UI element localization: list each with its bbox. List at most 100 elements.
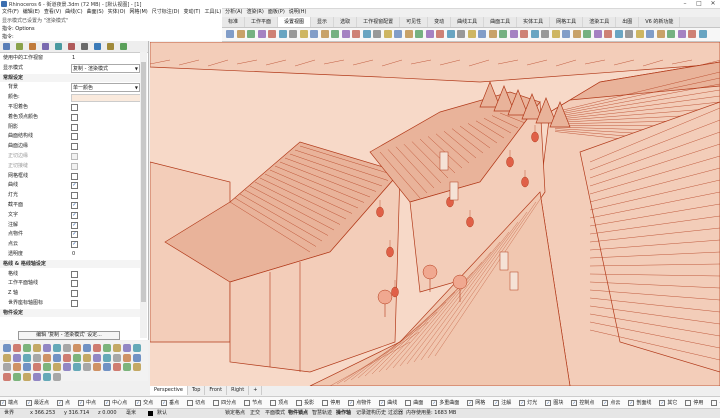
toolbar-tab[interactable]: V6 的新功能: [639, 17, 681, 27]
toolbar-tool-icon[interactable]: [688, 30, 696, 38]
toolbar-tab[interactable]: 出图: [616, 17, 640, 27]
sidebar-tool-icon[interactable]: [13, 372, 21, 381]
toolbar-tool-icon[interactable]: [331, 30, 339, 38]
toolbar-tab[interactable]: 实体工具: [517, 17, 551, 27]
osnap-checkbox[interactable]: [187, 399, 194, 406]
toolbar-tab[interactable]: 设置视图: [278, 17, 312, 27]
panel-tab-icon[interactable]: [120, 43, 127, 50]
toolbar-tool-icon[interactable]: [457, 30, 465, 38]
osnap-checkbox[interactable]: ✓: [0, 399, 6, 406]
osnap-toggle[interactable]: 节点: [244, 399, 262, 406]
sidebar-tool-icon[interactable]: [43, 353, 51, 362]
sidebar-tool-icon[interactable]: [103, 363, 111, 371]
close-icon[interactable]: ✕: [706, 0, 720, 8]
toolbar-tool-icon[interactable]: [320, 30, 329, 38]
filter-checkbox[interactable]: ✓: [348, 399, 355, 406]
panel-checkbox[interactable]: ✓: [71, 231, 78, 239]
toolbar-tool-icon[interactable]: [593, 30, 602, 38]
sidebar-tool-icon[interactable]: [113, 353, 121, 362]
sidebar-tool-icon[interactable]: [73, 363, 81, 371]
osnap-checkbox[interactable]: [322, 399, 329, 406]
panel-checkbox[interactable]: ✓: [71, 241, 78, 249]
sidebar-tool-icon[interactable]: [73, 344, 81, 352]
filter-checkbox[interactable]: ✓: [571, 399, 578, 406]
selection-filter-toggle[interactable]: ✓ 灯光: [519, 399, 537, 406]
sidebar-tool-icon[interactable]: [113, 344, 121, 352]
maximize-icon[interactable]: □: [692, 0, 706, 8]
selection-filter-toggle[interactable]: ✓ 图块: [545, 399, 563, 406]
selection-filter-toggle[interactable]: ✓ 网格: [467, 399, 485, 406]
scrollbar-thumb[interactable]: [141, 62, 146, 302]
sidebar-tool-icon[interactable]: [3, 344, 11, 352]
panel-tab-icon[interactable]: [42, 43, 49, 50]
toolbar-tool-icon[interactable]: [341, 30, 350, 38]
sidebar-tool-icon[interactable]: [43, 372, 51, 381]
menu-item[interactable]: 文件(F): [0, 8, 21, 17]
toolbar-tab[interactable]: 曲面工具: [484, 17, 518, 27]
sidebar-tool-icon[interactable]: [123, 353, 131, 362]
sidebar-tool-icon[interactable]: [43, 344, 51, 352]
filter-checkbox[interactable]: ✓: [431, 399, 438, 406]
toolbar-tool-icon[interactable]: [572, 30, 581, 38]
osnap-checkbox[interactable]: ✓: [78, 399, 85, 406]
panel-checkbox[interactable]: [71, 280, 78, 288]
viewport-tab[interactable]: Top: [188, 386, 206, 395]
sidebar-tool-icon[interactable]: [53, 344, 61, 352]
sidebar-tool-icon[interactable]: [23, 372, 31, 381]
filter-checkbox[interactable]: ✓: [519, 399, 526, 406]
menu-item[interactable]: 编辑(E): [21, 8, 42, 17]
sidebar-tool-icon[interactable]: [23, 363, 31, 371]
sidebar-tool-icon[interactable]: [73, 353, 81, 362]
toolbar-tool-icon[interactable]: [446, 30, 455, 38]
osnap-toggle[interactable]: 投影: [296, 399, 314, 406]
toolbar-tool-icon[interactable]: [583, 30, 591, 38]
toolbar-tool-icon[interactable]: [404, 30, 413, 38]
toolbar-tool-icon[interactable]: [551, 30, 560, 38]
toolbar-tool-icon[interactable]: [247, 30, 255, 38]
selection-filter-toggle[interactable]: ✓ 注解: [493, 399, 511, 406]
sidebar-tool-icon[interactable]: [33, 353, 41, 362]
toolbar-tool-icon[interactable]: [509, 30, 518, 38]
sidebar-tool-icon[interactable]: [23, 344, 31, 352]
sidebar-tool-icon[interactable]: [3, 372, 11, 381]
filter-checkbox[interactable]: [685, 399, 692, 406]
osnap-toggle[interactable]: 四分点: [213, 399, 236, 406]
menu-item[interactable]: 曲面(S): [85, 8, 106, 17]
selection-filter-toggle[interactable]: ✓ 曲线: [379, 399, 397, 406]
toolbar-tool-icon[interactable]: [530, 30, 539, 38]
osnap-toggle[interactable]: ✓ 端点: [0, 399, 18, 406]
toolbar-tool-icon[interactable]: [226, 30, 234, 38]
sidebar-tool-icon[interactable]: [93, 344, 101, 352]
sidebar-tool-icon[interactable]: [133, 363, 141, 371]
sidebar-tool-icon[interactable]: [93, 353, 101, 362]
background-color-swatch[interactable]: [71, 94, 141, 103]
selection-filter-toggle[interactable]: ✓ 多重曲面: [431, 399, 459, 406]
osnap-checkbox[interactable]: ✓: [135, 399, 142, 406]
command-prompt-input[interactable]: 指令:: [0, 33, 222, 41]
toolbar-tool-icon[interactable]: [373, 30, 381, 38]
sidebar-tool-icon[interactable]: [53, 363, 61, 371]
sidebar-tool-icon[interactable]: [3, 353, 11, 362]
menu-item[interactable]: 工具(L): [202, 8, 223, 17]
sidebar-tool-icon[interactable]: [63, 344, 71, 352]
sidebar-tool-icon[interactable]: [53, 372, 61, 381]
toolbar-tool-icon[interactable]: [488, 30, 497, 38]
panel-tab-icon[interactable]: [55, 43, 62, 50]
osnap-checkbox[interactable]: [244, 399, 251, 406]
panel-dropdown[interactable]: 复制 - 渲染模式 ▼: [71, 63, 140, 73]
toolbar-tool-icon[interactable]: [635, 30, 644, 38]
menu-item[interactable]: 分析(A): [223, 8, 244, 17]
toolbar-tool-icon[interactable]: [562, 30, 570, 38]
osnap-toggle[interactable]: 停用: [322, 399, 340, 406]
panel-tab-icon[interactable]: [68, 43, 75, 50]
filter-checkbox[interactable]: ✓: [602, 399, 609, 406]
toolbar-tool-icon[interactable]: [625, 30, 633, 38]
viewport-tab[interactable]: Perspective: [150, 386, 188, 395]
sidebar-tool-icon[interactable]: [53, 353, 61, 362]
panel-checkbox[interactable]: [71, 113, 78, 121]
osnap-checkbox[interactable]: [270, 399, 277, 406]
toolbar-tool-icon[interactable]: [257, 30, 266, 38]
toolbar-tool-icon[interactable]: [467, 30, 476, 38]
osnap-toggle[interactable]: ✓ 垂点: [161, 399, 179, 406]
osnap-toggle[interactable]: 切点: [187, 399, 205, 406]
